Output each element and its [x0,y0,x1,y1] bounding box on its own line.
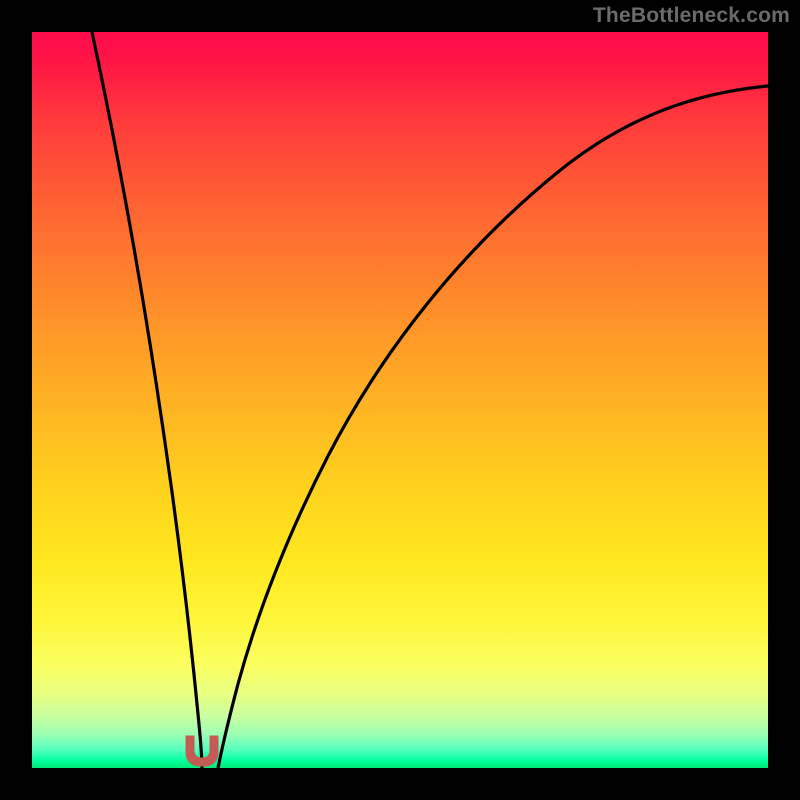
right-curve [218,86,768,768]
left-curve [92,32,202,768]
watermark-text: TheBottleneck.com [593,4,790,28]
chart-frame: TheBottleneck.com [0,0,800,800]
curve-layer [32,32,768,768]
plot-area [32,32,768,768]
